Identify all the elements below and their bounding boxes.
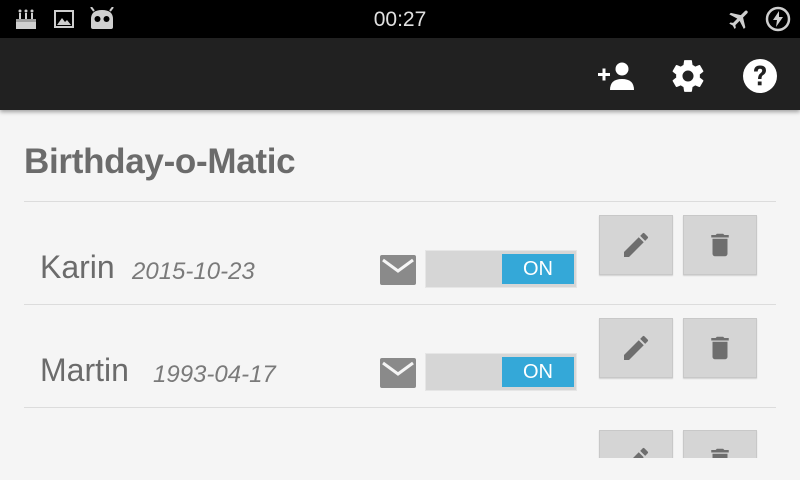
email-toggle[interactable]: ON — [425, 353, 577, 391]
help-button[interactable] — [738, 54, 782, 98]
email-toggle[interactable]: ON — [425, 250, 577, 288]
edit-button[interactable] — [599, 318, 673, 378]
trash-icon — [711, 448, 729, 458]
edit-button[interactable] — [599, 215, 673, 275]
delete-button[interactable] — [683, 318, 757, 378]
page-title: Birthday-o-Matic — [24, 142, 296, 181]
add-person-button[interactable] — [594, 54, 638, 98]
settings-icon — [672, 60, 704, 92]
birthday-list-panel: Birthday-o-Matic Karin 2015-10-23 ON Mar… — [24, 110, 776, 458]
settings-button[interactable] — [666, 54, 710, 98]
trash-icon — [711, 336, 729, 360]
status-bar: 00:27 — [0, 0, 800, 38]
birthday-name: Karin — [40, 249, 115, 285]
edit-button[interactable] — [599, 430, 673, 458]
delete-button[interactable] — [683, 430, 757, 458]
trash-icon — [711, 233, 729, 257]
battery-charging-icon — [764, 6, 792, 32]
action-bar — [0, 38, 800, 110]
mail-icon — [380, 255, 416, 285]
birthday-date: 1993-04-17 — [153, 361, 276, 388]
pencil-icon — [633, 447, 649, 458]
birthday-name: Martin — [40, 352, 129, 388]
toggle-on-label: ON — [502, 254, 574, 284]
toggle-on-label: ON — [502, 357, 574, 387]
list-item: Martin 1993-04-17 ON — [24, 305, 776, 408]
list-item: Karin 2015-10-23 ON — [24, 202, 776, 305]
airplane-mode-icon — [726, 6, 754, 32]
mail-icon — [380, 358, 416, 388]
help-icon — [743, 59, 777, 93]
status-right-icons — [726, 6, 792, 32]
birthday-date: 2015-10-23 — [132, 258, 255, 285]
add-person-icon — [598, 62, 634, 90]
action-bar-actions — [594, 54, 782, 98]
pencil-icon — [624, 335, 649, 360]
list-item — [24, 408, 776, 458]
pencil-icon — [624, 232, 649, 257]
status-time: 00:27 — [373, 8, 427, 31]
delete-button[interactable] — [683, 215, 757, 275]
